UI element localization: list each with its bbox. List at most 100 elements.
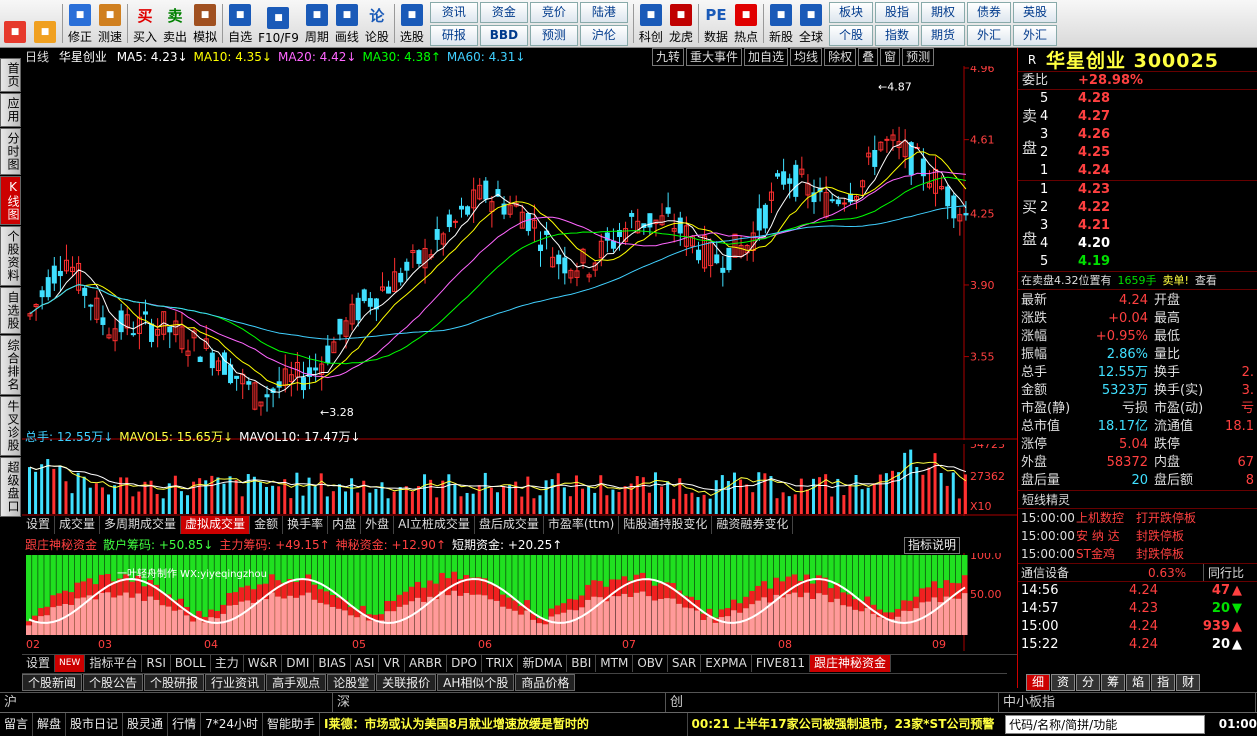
toolbar-grid-button[interactable]: 英股	[1013, 1, 1058, 23]
left-tab[interactable]: 分时图	[0, 128, 21, 175]
toolbar-grid-button[interactable]: 外汇	[967, 24, 1012, 46]
indicator-tab[interactable]: W&R	[244, 655, 283, 672]
order-notice[interactable]: 在卖盘4.32位置有 1659手 卖单! 查看	[1018, 272, 1257, 290]
indicator-chart[interactable]: 100.0 50.00 一叶轻舟制作 WX:yiyeqingzhou 02 03 04 05…	[22, 553, 1017, 651]
left-tab[interactable]: 牛叉诊股	[0, 396, 21, 456]
toolbar-grid-button[interactable]: 期权	[921, 1, 966, 23]
search-input[interactable]: 代码/名称/简拼/功能	[1005, 715, 1205, 734]
status-item[interactable]: 解盘	[33, 713, 67, 736]
industry-name[interactable]: 通信设备	[1018, 564, 1148, 581]
toolbar-grid-button[interactable]: 期货	[921, 24, 966, 46]
book-row[interactable]: 2 4.22	[1018, 199, 1257, 217]
kline-tool-button[interactable]: 重大事件	[686, 48, 743, 66]
left-tab[interactable]: 首页	[0, 58, 21, 92]
indicator-tab[interactable]: MTM	[596, 655, 634, 672]
indicator-tab[interactable]: ARBR	[405, 655, 448, 672]
news-tab[interactable]: 商品价格	[515, 674, 576, 691]
left-tab[interactable]: 自选股	[0, 287, 21, 334]
toolbar-grid-button[interactable]: 竞价	[529, 1, 578, 23]
book-row[interactable]: 5 4.19	[1018, 253, 1257, 271]
toolbar-grid-button[interactable]: 资金	[479, 1, 528, 23]
news-tab[interactable]: 个股新闻	[22, 674, 83, 691]
left-tab[interactable]: K线图	[0, 176, 21, 225]
toolbar-grid-button[interactable]: 陆港	[579, 1, 628, 23]
toolbar-grid-button[interactable]: 外汇	[1013, 24, 1058, 46]
volume-tab[interactable]: 内盘	[328, 516, 362, 534]
news-tab[interactable]: AH相似个股	[437, 674, 515, 691]
indicator-tab[interactable]: RSI	[142, 655, 171, 672]
toolbar-grid-button[interactable]: BBD	[479, 24, 528, 46]
status-item[interactable]: 留言	[0, 713, 34, 736]
indicator-tab[interactable]: VR	[379, 655, 405, 672]
indicator-tab[interactable]: 指标平台	[85, 655, 143, 672]
market-index[interactable]: 创	[666, 693, 999, 712]
kline-tool-button[interactable]: 加自选	[744, 48, 789, 66]
龙虎-button[interactable]: ■ 龙虎	[666, 0, 696, 47]
indicator-tab[interactable]: 跟庄神秘资金	[809, 655, 891, 672]
toolbar-grid-button[interactable]: 股指	[875, 1, 920, 23]
book-row[interactable]: 2 4.25	[1018, 144, 1257, 162]
kline-tool-button[interactable]: 预测	[902, 48, 935, 66]
book-row[interactable]: 4 4.27	[1018, 108, 1257, 126]
period-label[interactable]: 日线	[25, 50, 49, 64]
status-item[interactable]: 股灵通	[123, 713, 169, 736]
market-index[interactable]: 深	[333, 693, 666, 712]
news-tab[interactable]: 个股研报	[144, 674, 205, 691]
新股-button[interactable]: ■ 新股	[766, 0, 796, 47]
论股-button[interactable]: 论论股	[362, 0, 392, 47]
toolbar-grid-button[interactable]: 资讯	[429, 1, 478, 23]
indicator-tab[interactable]: EXPMA	[701, 655, 752, 672]
left-tab[interactable]: 应用	[0, 93, 21, 127]
kline-tool-button[interactable]: 均线	[790, 48, 823, 66]
模拟-button[interactable]: ■ 模拟	[190, 0, 220, 47]
kline-tool-button[interactable]: 九转	[652, 48, 685, 66]
indicator-tab[interactable]: SAR	[668, 655, 702, 672]
elf-item[interactable]: 15:00:00 ST金鸡 封跌停板	[1018, 545, 1257, 563]
book-row[interactable]: 4 4.20	[1018, 235, 1257, 253]
toolbar-grid-button[interactable]: 债券	[967, 1, 1012, 23]
indicator-tab[interactable]: NEW	[55, 655, 86, 672]
kline-chart[interactable]: 4.96 4.61 4.25 3.90 3.55 ←4.87 ←3.28	[22, 66, 1017, 440]
volume-tab[interactable]: AI立桩成交量	[394, 516, 475, 534]
indicator-tab[interactable]: BOLL	[171, 655, 211, 672]
toolbar-grid-button[interactable]: 预测	[529, 24, 578, 46]
toolbar-grid-button[interactable]: 沪伦	[579, 24, 628, 46]
book-row[interactable]: 3 4.21	[1018, 217, 1257, 235]
indicator-help-button[interactable]: 指标说明	[904, 537, 961, 554]
volume-tab[interactable]: 陆股通持股变化	[619, 516, 713, 534]
quote-panel-tab[interactable]: 分	[1076, 674, 1101, 691]
status-item[interactable]: 7*24小时	[201, 713, 263, 736]
news-tab[interactable]: 论股堂	[327, 674, 376, 691]
left-tab[interactable]: 个股资料	[0, 226, 21, 286]
quote-panel-tab[interactable]: 细	[1026, 674, 1051, 691]
indicator-tab[interactable]: BBI	[567, 655, 597, 672]
indicator-tab[interactable]: TRIX	[482, 655, 519, 672]
画线-button[interactable]: ■ 画线	[332, 0, 362, 47]
left-tab[interactable]: 综合排名	[0, 335, 21, 395]
indicator-tab[interactable]: DPO	[447, 655, 482, 672]
market-index[interactable]: 中小板指	[999, 693, 1256, 712]
volume-tab[interactable]: 外盘	[361, 516, 395, 534]
indicator-tab[interactable]: OBV	[633, 655, 668, 672]
book-row[interactable]: 5 4.28	[1018, 90, 1257, 108]
quote-panel-tab[interactable]: 资	[1051, 674, 1076, 691]
volume-tab[interactable]: 成交量	[55, 516, 101, 534]
indicator-tab[interactable]: 新DMA	[518, 655, 568, 672]
周期-button[interactable]: ■ 周期	[302, 0, 332, 47]
热点-button[interactable]: ■ 热点	[731, 0, 761, 47]
volume-tab[interactable]: 融资融券变化	[712, 516, 794, 534]
indicator-tab[interactable]: 主力	[211, 655, 244, 672]
kline-tool-button[interactable]: 除权	[824, 48, 857, 66]
indicator-tab[interactable]: DMI	[282, 655, 315, 672]
volume-tab[interactable]: 换手率	[283, 516, 329, 534]
volume-chart[interactable]: 54723 27362 X10	[22, 444, 1017, 516]
quote-panel-tab[interactable]: 指	[1151, 674, 1176, 691]
book-row[interactable]: 1 4.24	[1018, 162, 1257, 180]
left-tab[interactable]: 超级盘口	[0, 457, 21, 517]
news-tab[interactable]: 行业资讯	[205, 674, 266, 691]
market-index[interactable]: 沪	[0, 693, 333, 712]
volume-tab[interactable]: 设置	[22, 516, 56, 534]
全球-button[interactable]: ■ 全球	[796, 0, 826, 47]
F10/F9-button[interactable]: ■ F10/F9	[255, 0, 302, 47]
news-tab[interactable]: 个股公告	[83, 674, 144, 691]
